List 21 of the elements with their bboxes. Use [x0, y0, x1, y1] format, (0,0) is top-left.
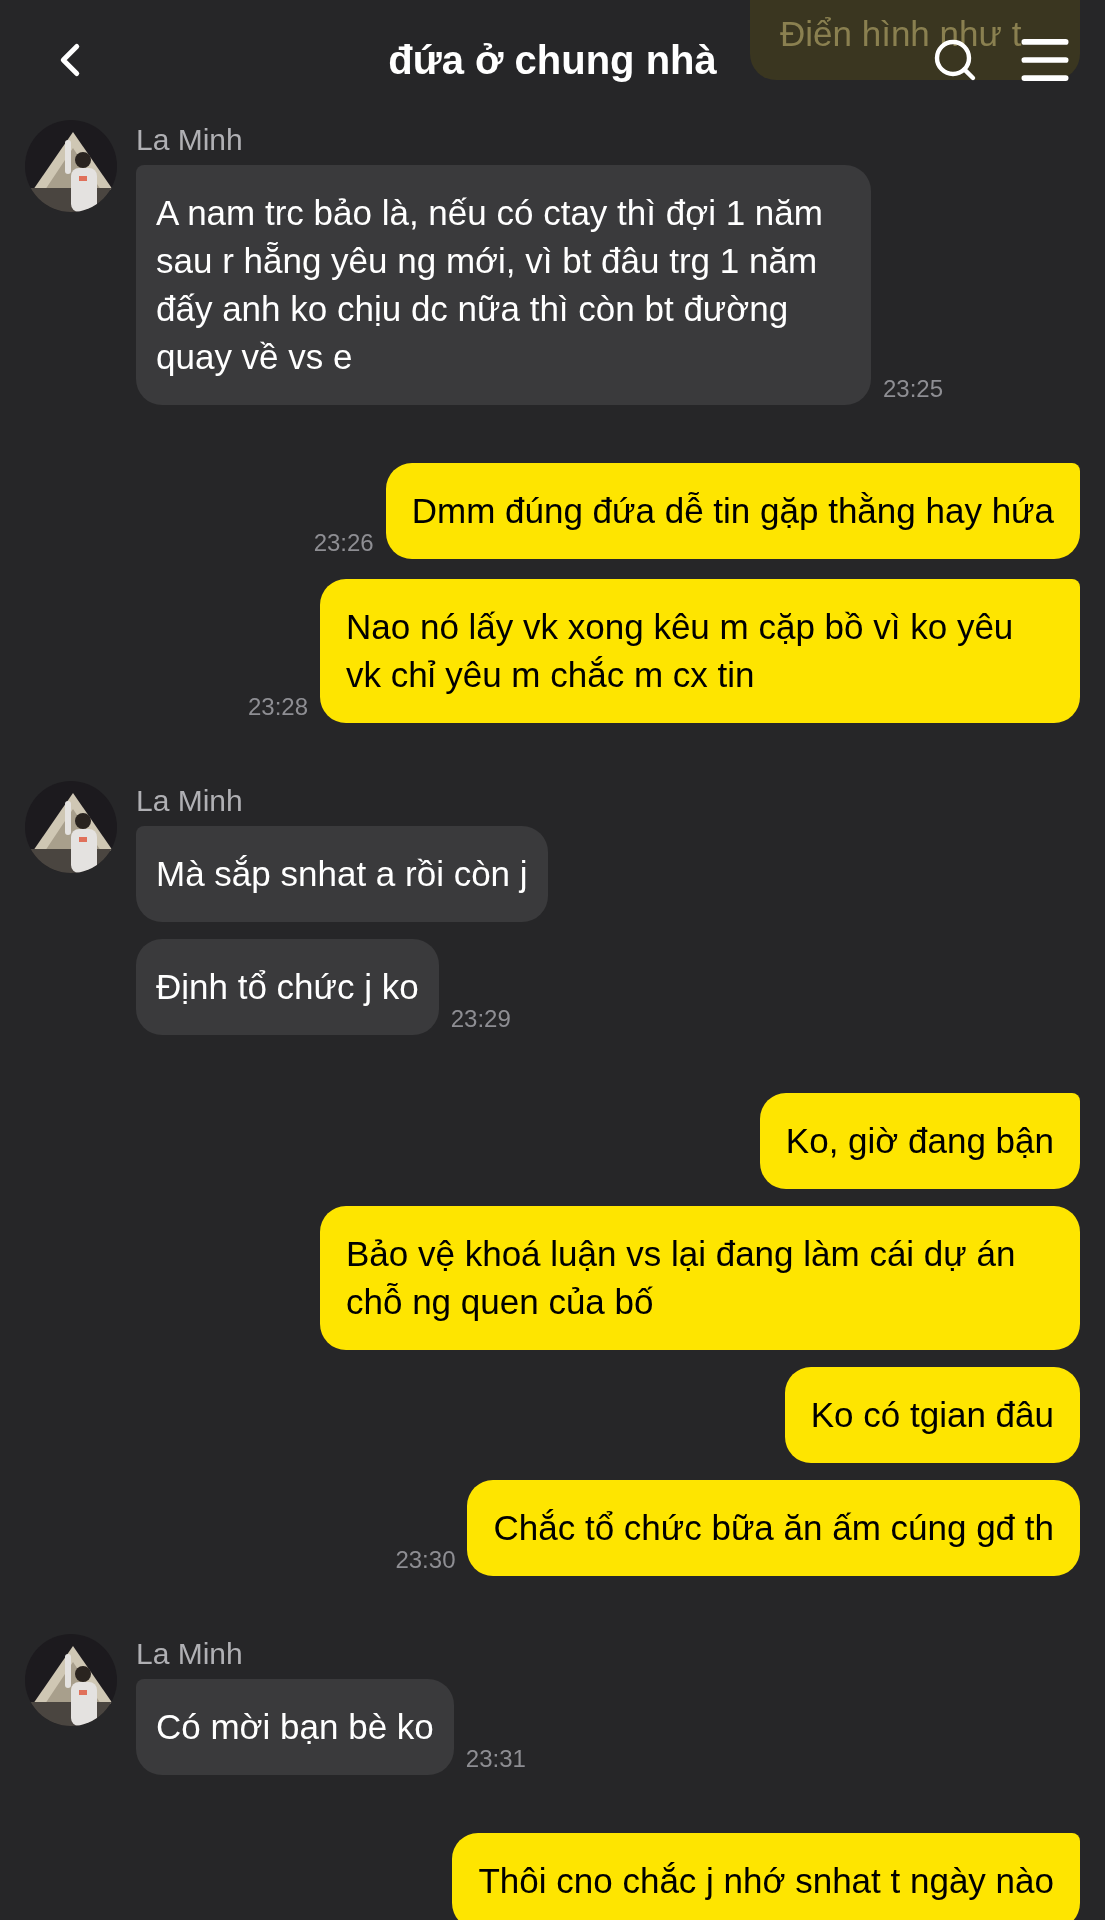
message-time: 23:28 — [247, 695, 308, 722]
message-bubble: Thôi cno chắc j nhớ snhat t ngày nào — [452, 1833, 1080, 1920]
message-time: 23:25 — [883, 377, 944, 404]
message-time: 23:31 — [465, 1747, 526, 1774]
message-bubble: Ko có tgian đâu — [784, 1367, 1080, 1463]
message-time: 23:29 — [450, 1007, 511, 1034]
message-bubble: Có mời bạn bè ko — [136, 1679, 454, 1775]
sender-name: La Minh — [136, 783, 244, 819]
message-bubble: Dmm đúng đứa dễ tin gặp thằng hay hứa — [385, 463, 1080, 559]
message-bubble: Ko, giờ đang bận — [759, 1093, 1080, 1189]
sender-name: La Minh — [136, 1636, 244, 1672]
message-bubble: Nao nó lấy vk xong kêu m cặp bồ vì ko yêu vk chỉ yêu m chắc m cx tin — [320, 579, 1080, 723]
message-bubble: Chắc tổ chức bữa ăn ấm cúng gđ th — [467, 1480, 1080, 1576]
message-bubble: Định tổ chức j ko — [136, 939, 439, 1035]
message-bubble: A nam trc bảo là, nếu có ctay thì đợi 1 năm sau r hẵng yêu ng mới, vì bt đâu trg 1 năm đấy anh ko chịu dc nữa thì còn bt đường quay về vs e — [136, 165, 871, 405]
message-time: 23:30 — [395, 1548, 456, 1575]
message-time: 23:26 — [313, 531, 374, 558]
message-bubble: Bảo vệ khoá luận vs lại đang làm cái dự án chỗ ng quen của bố — [320, 1206, 1080, 1350]
sender-name: La Minh — [136, 122, 244, 158]
chat-title: đứa ở chung nhà — [388, 37, 717, 84]
message-bubble: Mà sắp snhat a rồi còn j — [136, 826, 548, 922]
